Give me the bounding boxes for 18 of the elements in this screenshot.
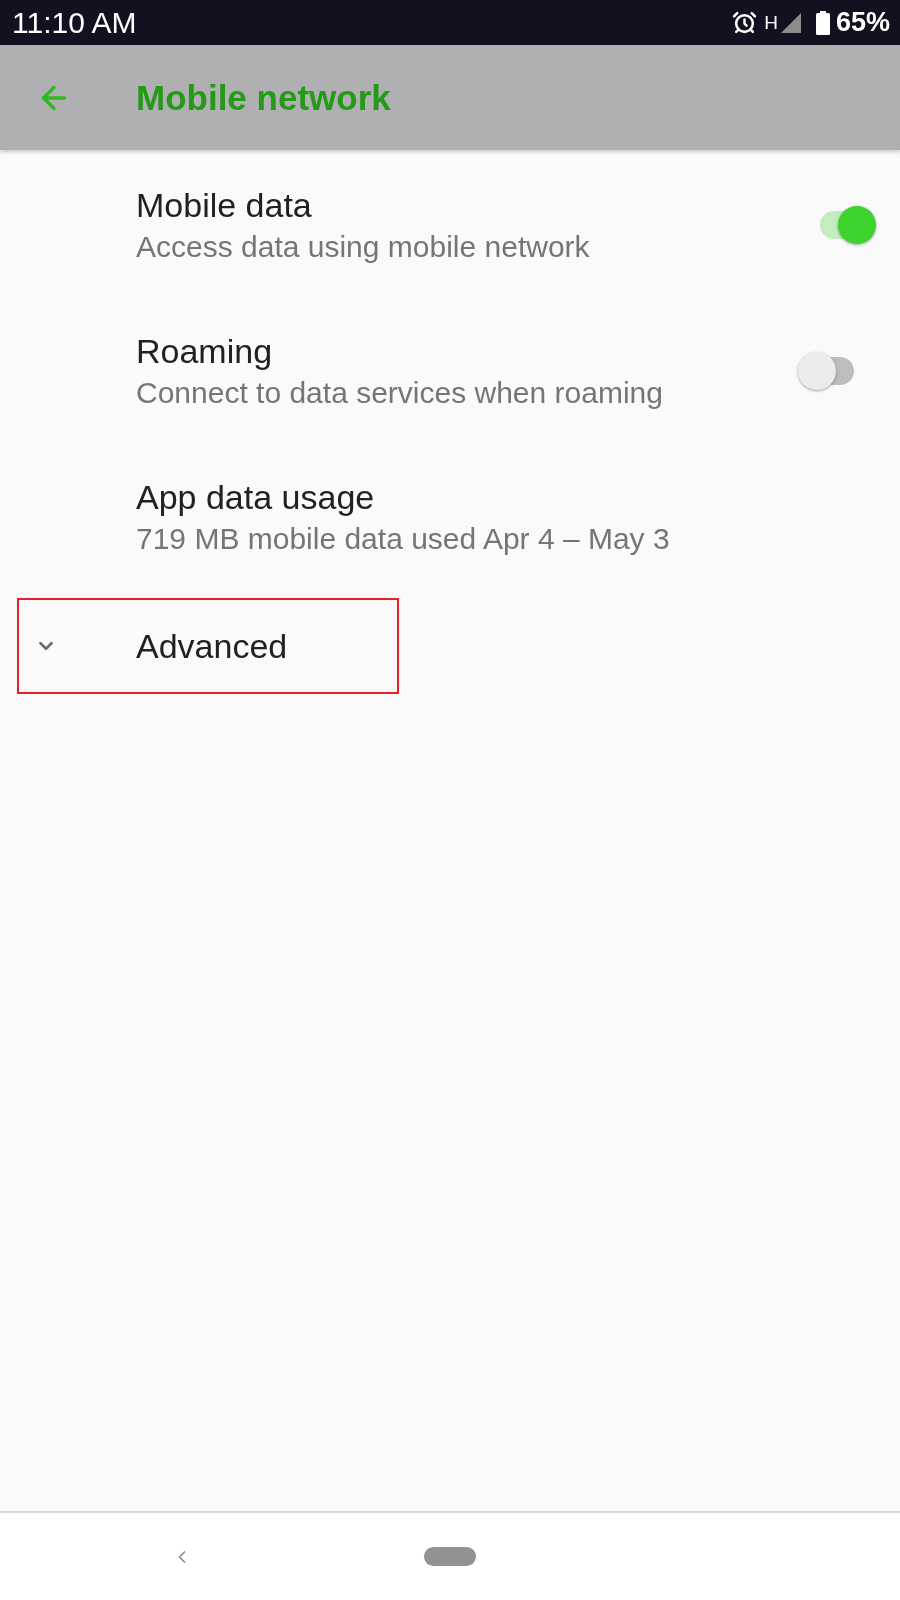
setting-title: App data usage	[136, 477, 376, 517]
advanced-label[interactable]: Advanced	[136, 626, 288, 666]
settings-row[interactable]: App data usage 719 MB mobile data used Apr 4 – May 3	[0, 442, 900, 588]
signal-icon	[780, 12, 801, 33]
settings-row[interactable]: Mobile data Access data using mobile network	[0, 150, 900, 296]
alarm-icon	[732, 10, 758, 35]
page-title: Mobile network	[136, 80, 391, 115]
setting-summary: Connect to data services when roaming	[136, 375, 664, 411]
battery-icon	[815, 10, 830, 35]
setting-summary: 719 MB mobile data used Apr 4 – May 3	[136, 521, 671, 557]
settings-row[interactable]: Roaming Connect to data services when roaming	[0, 296, 900, 442]
network-type: H	[764, 13, 778, 32]
setting-title: Mobile data	[136, 185, 313, 225]
setting-summary: Access data using mobile network	[136, 229, 591, 265]
battery-percent: 65%	[835, 9, 890, 36]
status-time: 11:10 AM	[12, 7, 137, 38]
home-pill-icon[interactable]	[424, 1547, 476, 1566]
setting-title: Roaming	[136, 331, 274, 371]
